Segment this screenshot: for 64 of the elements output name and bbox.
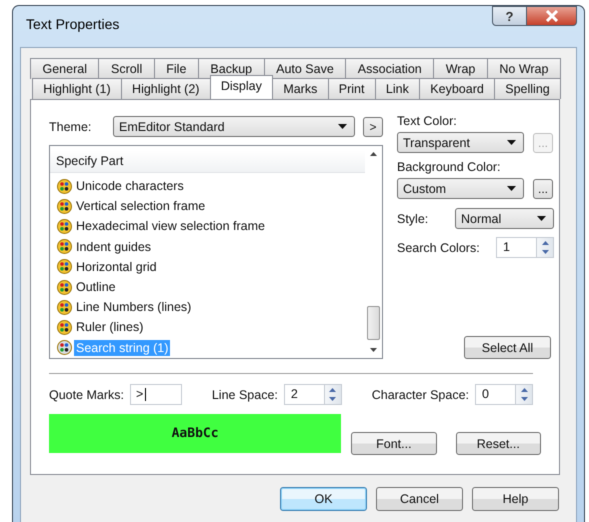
palette-icon xyxy=(57,198,72,214)
dialog-button[interactable]: Help xyxy=(472,487,559,511)
search-colors-label: Search Colors: xyxy=(397,240,480,254)
caret-icon xyxy=(507,186,516,191)
tab[interactable]: Print xyxy=(328,78,376,99)
tab[interactable]: Highlight (1) xyxy=(32,78,122,99)
palette-icon xyxy=(57,280,72,295)
tab[interactable]: Link xyxy=(374,78,420,99)
dialog-button[interactable]: OK xyxy=(280,487,367,511)
text-color-label: Text Color: xyxy=(397,114,458,128)
select-all-button[interactable]: Select All xyxy=(464,336,551,359)
tab[interactable]: Auto Save xyxy=(264,58,346,79)
palette-icon xyxy=(57,320,72,335)
caret-icon xyxy=(507,140,516,145)
theme-label: Theme: xyxy=(49,120,92,134)
tab[interactable]: Association xyxy=(345,58,434,79)
tab[interactable]: No Wrap xyxy=(486,58,561,79)
tab[interactable]: Wrap xyxy=(433,58,488,79)
caret-icon xyxy=(338,124,347,129)
tab[interactable]: Highlight (2) xyxy=(120,78,211,99)
character-space-label: Character Space: xyxy=(372,388,469,402)
scroll-down-arrow-icon xyxy=(370,348,377,352)
tab[interactable]: Marks xyxy=(272,78,329,99)
quote-marks-field[interactable]: > xyxy=(130,384,182,405)
list-item[interactable]: Outline xyxy=(50,276,365,298)
background-color-dropdown[interactable]: Custom xyxy=(397,178,524,199)
list-item[interactable]: Unicode characters xyxy=(50,176,365,196)
palette-icon xyxy=(57,340,72,356)
line-space-label: Line Space: xyxy=(212,388,278,402)
list-item[interactable]: Indent guides xyxy=(50,236,365,257)
tab[interactable]: Keyboard xyxy=(419,78,496,99)
tab[interactable]: File xyxy=(154,58,199,79)
caret-icon xyxy=(537,216,546,221)
close-button[interactable] xyxy=(527,6,577,26)
list-item[interactable]: Line Numbers (lines) xyxy=(50,297,365,318)
style-dropdown[interactable]: Normal xyxy=(455,208,554,229)
reset-button[interactable]: Reset... xyxy=(456,432,541,455)
list-item[interactable]: Vertical selection frame xyxy=(50,196,365,216)
scroll-up-arrow-icon xyxy=(370,152,377,156)
theme-dropdown[interactable]: EmEditor Standard xyxy=(113,116,355,137)
style-label: Style: xyxy=(397,212,428,226)
window-title: Text Properties xyxy=(26,16,120,32)
browse-button[interactable]: ... xyxy=(533,178,554,198)
palette-icon xyxy=(57,259,72,274)
palette-icon xyxy=(57,239,72,254)
font-preview: AaBbCc xyxy=(49,414,342,453)
background-color-label: Background Color: xyxy=(397,160,502,174)
quote-marks-label: Quote Marks: xyxy=(49,388,124,402)
list-item[interactable]: Ruler (lines) xyxy=(50,317,365,338)
palette-icon xyxy=(57,218,72,234)
close-icon xyxy=(544,10,558,22)
list-item[interactable]: Horizontal grid xyxy=(50,256,365,277)
dialog-button[interactable]: Cancel xyxy=(376,487,463,511)
scroll-thumb[interactable] xyxy=(367,306,380,340)
font-button[interactable]: Font... xyxy=(351,432,437,455)
next-button[interactable]: > xyxy=(363,116,383,136)
tab[interactable]: General xyxy=(30,58,100,79)
tab[interactable]: Scroll xyxy=(98,58,155,79)
help-button[interactable]: ? xyxy=(492,6,527,26)
tab[interactable]: Display xyxy=(210,75,274,99)
tab[interactable]: Spelling xyxy=(494,78,561,99)
list-item[interactable]: Hexadecimal view selection frame xyxy=(50,216,365,237)
palette-icon xyxy=(57,178,72,194)
palette-icon xyxy=(57,300,72,315)
